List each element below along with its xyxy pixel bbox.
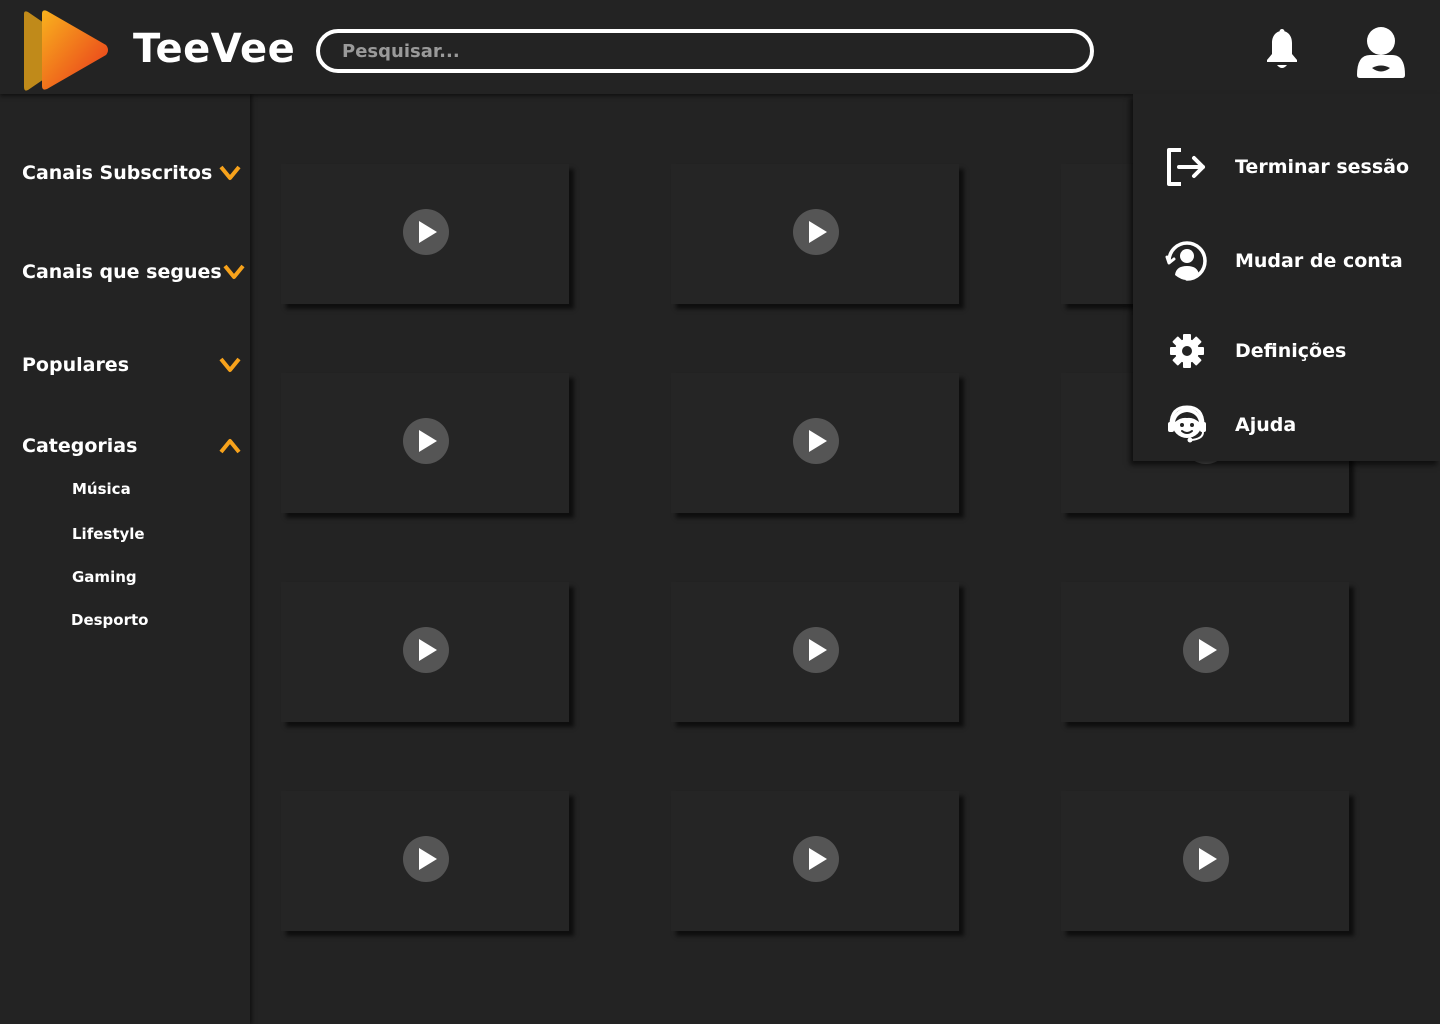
play-icon (1199, 848, 1217, 870)
sidebar-item-canais-que-segues[interactable]: Canais que segues (22, 257, 245, 287)
menu-item-label: Terminar sessão (1235, 156, 1410, 178)
logout-icon (1167, 148, 1205, 186)
menu-item-definicoes[interactable]: Definições (1163, 326, 1433, 376)
sidebar-item-label: Categorias (22, 435, 138, 457)
menu-item-mudar-de-conta[interactable]: Mudar de conta (1163, 236, 1433, 286)
category-musica[interactable]: Música (72, 480, 131, 498)
sidebar: Canais Subscritos Canais que segues Popu… (0, 94, 250, 1024)
play-button[interactable] (793, 627, 839, 673)
play-icon (419, 639, 437, 661)
play-button[interactable] (1183, 627, 1229, 673)
video-card[interactable] (281, 373, 569, 513)
menu-item-label: Mudar de conta (1235, 250, 1403, 272)
play-button[interactable] (403, 836, 449, 882)
switch-account-icon (1165, 241, 1207, 281)
menu-item-label: Definições (1235, 340, 1347, 362)
support-agent-icon (1168, 405, 1206, 443)
video-card[interactable] (281, 582, 569, 722)
chevron-down-icon[interactable] (218, 356, 242, 374)
play-button[interactable] (793, 418, 839, 464)
menu-item-terminar-sessao[interactable]: Terminar sessão (1163, 142, 1433, 192)
video-card[interactable] (671, 373, 959, 513)
sidebar-item-categorias[interactable]: Categorias (22, 431, 242, 461)
sidebar-item-label: Canais que segues (22, 261, 222, 283)
category-desporto[interactable]: Desporto (71, 611, 148, 629)
play-button[interactable] (1183, 836, 1229, 882)
search-bar[interactable] (316, 29, 1094, 73)
chevron-down-icon[interactable] (218, 164, 242, 182)
menu-item-ajuda[interactable]: Ajuda (1163, 400, 1433, 450)
play-icon (419, 221, 437, 243)
play-icon (419, 430, 437, 452)
play-icon (809, 221, 827, 243)
bell-icon[interactable] (1264, 28, 1300, 72)
play-icon (809, 848, 827, 870)
top-bar: TeeVee (0, 0, 1440, 94)
category-gaming[interactable]: Gaming (72, 568, 137, 586)
sidebar-item-label: Canais Subscritos (22, 162, 213, 184)
play-icon (1199, 639, 1217, 661)
sidebar-item-populares[interactable]: Populares (22, 350, 242, 380)
play-button[interactable] (403, 627, 449, 673)
sidebar-item-label: Populares (22, 354, 130, 376)
video-card[interactable] (1061, 582, 1349, 722)
user-icon[interactable] (1354, 25, 1408, 79)
gear-icon (1170, 334, 1204, 368)
play-logo-icon[interactable] (20, 8, 112, 92)
play-button[interactable] (403, 418, 449, 464)
video-card[interactable] (671, 582, 959, 722)
play-icon (419, 848, 437, 870)
play-button[interactable] (403, 209, 449, 255)
brand-name[interactable]: TeeVee (133, 26, 295, 72)
video-card[interactable] (281, 164, 569, 304)
video-card[interactable] (281, 791, 569, 931)
play-icon (809, 430, 827, 452)
chevron-down-icon[interactable] (222, 263, 246, 281)
video-card[interactable] (1061, 791, 1349, 931)
chevron-up-icon[interactable] (218, 437, 242, 455)
video-card[interactable] (671, 791, 959, 931)
category-lifestyle[interactable]: Lifestyle (72, 525, 145, 543)
video-card[interactable] (671, 164, 959, 304)
sidebar-item-canais-subscritos[interactable]: Canais Subscritos (22, 158, 242, 188)
account-menu: Terminar sessão Mudar de conta Definiçõe… (1133, 94, 1440, 461)
search-input[interactable] (342, 40, 1090, 62)
menu-item-label: Ajuda (1235, 414, 1297, 436)
play-button[interactable] (793, 836, 839, 882)
play-icon (809, 639, 827, 661)
play-button[interactable] (793, 209, 839, 255)
